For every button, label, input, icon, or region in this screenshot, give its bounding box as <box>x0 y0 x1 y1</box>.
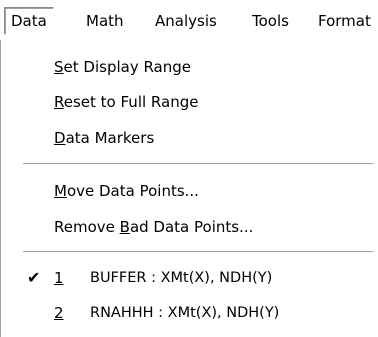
menu-analysis[interactable]: Analysis <box>155 8 217 36</box>
dataset-number: 1 <box>54 269 64 287</box>
menu-separator <box>23 163 373 165</box>
menu-item-data-markers[interactable]: Data Markers <box>1 123 378 153</box>
menu-item-set-display-range[interactable]: Set Display Range <box>1 52 378 82</box>
menu-math[interactable]: Math <box>86 8 124 36</box>
menu-tools-label: Tools <box>252 12 289 30</box>
dataset-number: 2 <box>54 304 64 322</box>
menu-item-remove-bad-data-points[interactable]: Remove Bad Data Points... <box>1 212 378 242</box>
menu-item-label: Reset to Full Range <box>54 93 199 111</box>
menu-bar: Data Math Analysis Tools Format <box>0 0 378 40</box>
menu-item-move-data-points[interactable]: Move Data Points... <box>1 176 378 206</box>
menu-format[interactable]: Format <box>318 8 371 36</box>
menu-item-label: Remove Bad Data Points... <box>54 218 254 236</box>
menu-item-label: Set Display Range <box>54 58 192 76</box>
menu-item-label: Move Data Points... <box>54 182 199 200</box>
dataset-label: RNAHHH : XMt(X), NDH(Y) <box>90 305 280 321</box>
menu-item-label: Data Markers <box>54 129 155 147</box>
menu-item-reset-full-range[interactable]: Reset to Full Range <box>1 87 378 117</box>
menu-analysis-label: Analysis <box>155 12 217 30</box>
menu-data-label: Data <box>11 12 47 30</box>
menu-tools[interactable]: Tools <box>252 8 289 36</box>
menu-item-dataset-2[interactable]: 2 RNAHHH : XMt(X), NDH(Y) <box>1 298 378 328</box>
dataset-label: BUFFER : XMt(X), NDH(Y) <box>90 270 273 286</box>
menu-format-label: Format <box>318 12 371 30</box>
menu-separator <box>23 251 373 253</box>
checkmark-icon: ✔ <box>27 268 41 287</box>
menu-item-dataset-1[interactable]: ✔ 1 BUFFER : XMt(X), NDH(Y) <box>1 263 378 293</box>
menu-math-label: Math <box>86 12 124 30</box>
data-dropdown-menu: Set Display Range Reset to Full Range Da… <box>0 40 378 337</box>
menu-data[interactable]: Data <box>4 7 54 35</box>
